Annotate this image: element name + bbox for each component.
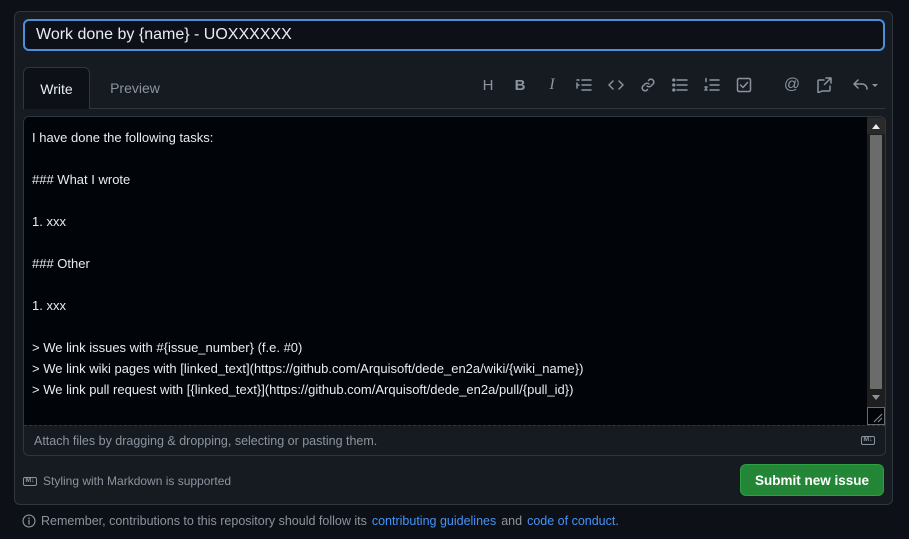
notice-and-text: and (501, 514, 523, 528)
markdown-icon: M↓ (23, 476, 37, 486)
heading-icon[interactable]: H (477, 74, 499, 96)
info-icon (22, 514, 36, 528)
comment-editor: I have done the following tasks: ### Wha… (23, 116, 886, 456)
notice-end-text: . (615, 514, 619, 528)
quote-icon[interactable] (573, 74, 595, 96)
code-of-conduct-link[interactable]: code of conduct (527, 514, 615, 528)
editor-scrollbar[interactable] (867, 117, 885, 425)
contribution-notice: Remember, contributions to this reposito… (22, 514, 619, 528)
italic-icon[interactable]: I (541, 74, 563, 96)
attach-files-bar[interactable]: Attach files by dragging & dropping, sel… (24, 425, 885, 455)
scroll-up-arrow-icon[interactable] (867, 118, 885, 134)
issue-title-input[interactable] (23, 19, 885, 51)
submit-new-issue-button[interactable]: Submit new issue (740, 464, 884, 496)
task-list-icon[interactable] (733, 74, 755, 96)
editor-tabs: Write Preview (23, 67, 885, 109)
scroll-down-arrow-icon[interactable] (867, 390, 885, 406)
tab-preview[interactable]: Preview (97, 67, 173, 108)
markdown-support-text: Styling with Markdown is supported (43, 474, 232, 488)
link-icon[interactable] (637, 74, 659, 96)
attach-hint-text: Attach files by dragging & dropping, sel… (34, 434, 378, 448)
bulleted-list-icon[interactable] (669, 74, 691, 96)
markdown-support-note[interactable]: M↓ Styling with Markdown is supported (23, 474, 231, 488)
mention-icon[interactable]: @ (781, 74, 803, 96)
new-issue-form: Write Preview H B I @ I have done the fo… (14, 11, 893, 505)
reference-icon[interactable] (813, 74, 835, 96)
resize-handle[interactable] (867, 407, 885, 425)
markdown-icon: M↓ (861, 436, 875, 445)
notice-prefix-text: Remember, contributions to this reposito… (41, 514, 367, 528)
scrollbar-thumb[interactable] (870, 135, 882, 389)
undo-icon[interactable] (851, 74, 881, 96)
numbered-list-icon[interactable] (701, 74, 723, 96)
tab-write[interactable]: Write (23, 67, 90, 109)
italic-glyph: I (549, 76, 555, 93)
code-icon[interactable] (605, 74, 627, 96)
chevron-down-icon (872, 84, 878, 87)
bold-glyph: B (514, 76, 526, 94)
contributing-guidelines-link[interactable]: contributing guidelines (372, 514, 496, 528)
heading-glyph: H (482, 76, 494, 94)
comment-body-textarea[interactable]: I have done the following tasks: ### Wha… (24, 117, 867, 425)
bold-icon[interactable]: B (509, 74, 531, 96)
mention-glyph: @ (783, 76, 801, 93)
